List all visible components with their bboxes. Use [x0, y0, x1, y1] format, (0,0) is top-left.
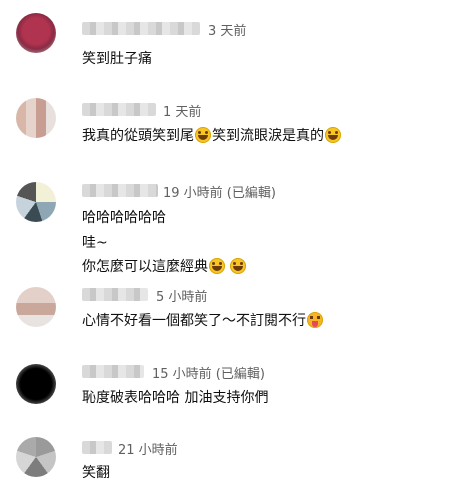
comment-timestamp[interactable]: 5 小時前: [156, 286, 207, 305]
comment-text-continued: 笑到流眼淚是真的: [212, 128, 324, 144]
grinning-face-with-sweat-icon: [195, 127, 211, 143]
grinning-face-with-sweat-icon: [230, 258, 246, 274]
comment-timestamp[interactable]: 3 天前: [208, 20, 246, 39]
comment-timestamp[interactable]: 1 天前: [163, 101, 201, 120]
avatar[interactable]: [16, 182, 56, 222]
author-name-redacted[interactable]: [82, 365, 144, 378]
avatar[interactable]: [16, 437, 56, 477]
avatar[interactable]: [16, 364, 56, 404]
comment-text: 你怎麼可以這麼經典: [82, 259, 208, 275]
comment-text: 笑翻: [82, 465, 110, 481]
comment-timestamp[interactable]: 15 小時前 (已編輯): [152, 363, 265, 382]
author-name-redacted[interactable]: [82, 288, 148, 301]
comment-timestamp[interactable]: 19 小時前 (已編輯): [163, 182, 276, 201]
avatar[interactable]: [16, 287, 56, 327]
grinning-face-with-sweat-icon: [325, 127, 341, 143]
comment-text: 恥度破表哈哈哈 加油支持你們: [82, 390, 269, 406]
author-name-redacted[interactable]: [82, 103, 156, 116]
comment-text: 哈哈哈哈哈哈: [82, 210, 166, 226]
comment-text-row: 心情不好看一個都笑了～不訂閱不行: [82, 312, 324, 330]
comment-text: 哇~: [82, 235, 108, 251]
comment-text-row: 我真的從頭笑到尾 笑到流眼淚是真的: [82, 127, 342, 145]
author-name-redacted[interactable]: [82, 22, 200, 35]
comment-text-row: 你怎麼可以這麼經典: [82, 258, 247, 276]
author-name-redacted[interactable]: [82, 441, 112, 454]
comment-timestamp[interactable]: 21 小時前: [118, 439, 178, 458]
comment-text: 我真的從頭笑到尾: [82, 128, 194, 144]
author-name-redacted[interactable]: [82, 184, 158, 197]
grinning-face-with-sweat-icon: [209, 258, 225, 274]
comment-text: 笑到肚子痛: [82, 51, 152, 67]
squinting-face-with-tongue-icon: [307, 312, 323, 328]
comment-text: 心情不好看一個都笑了～不訂閱不行: [82, 313, 306, 329]
avatar[interactable]: [16, 98, 56, 138]
avatar[interactable]: [16, 13, 56, 53]
